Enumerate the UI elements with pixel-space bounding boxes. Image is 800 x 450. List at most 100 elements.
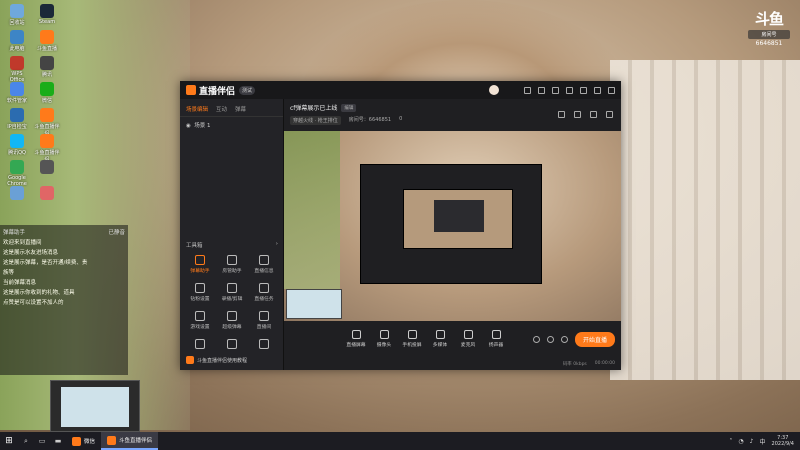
source-button[interactable]: 直播屏幕 xyxy=(342,330,370,348)
toolbox-title: 工具箱 xyxy=(186,243,203,249)
source-icon xyxy=(351,330,361,339)
search-icon[interactable]: ⌕ xyxy=(18,432,34,450)
tutorial-icon xyxy=(186,356,194,364)
source-button[interactable]: 扬声器 xyxy=(482,330,510,348)
taskbar-app[interactable]: 斗鱼直播伴侣 xyxy=(101,432,159,450)
desktop-icon[interactable]: 此电脑 xyxy=(4,30,30,52)
tray-expand-icon[interactable]: ˄ xyxy=(729,438,732,445)
message-icon[interactable] xyxy=(538,86,545,94)
left-tab[interactable]: 弹幕 xyxy=(235,105,246,113)
nested-preview-inner xyxy=(403,189,513,249)
tool-button[interactable]: 直播任务 xyxy=(248,283,280,302)
source-button[interactable]: 麦克风 xyxy=(454,330,482,348)
scene-item[interactable]: ◉ 场景 1 xyxy=(180,117,283,133)
tool-button[interactable]: 录播/剪辑 xyxy=(216,283,248,302)
network-icon[interactable]: ◔ xyxy=(738,438,743,445)
tutorial-label: 斗鱼直播伴侣使用教程 xyxy=(197,357,248,364)
tool-button[interactable]: 房管助手 xyxy=(216,255,248,274)
viewer-count: 0 xyxy=(399,116,403,122)
desktop-app-icon xyxy=(40,30,54,44)
desktop-icon[interactable]: 腾讯QQ xyxy=(4,134,30,156)
input-method-icon[interactable]: 中 xyxy=(760,437,766,446)
source-button[interactable]: 多媒体 xyxy=(426,330,454,348)
gear-icon[interactable] xyxy=(560,335,568,343)
tool-label: 直播任务 xyxy=(254,297,274,302)
category-chip[interactable]: 穿越火线 · 枪王排位 xyxy=(290,116,341,125)
source-label: 直播屏幕 xyxy=(346,343,366,348)
desktop-icon[interactable] xyxy=(34,160,60,175)
tool-button[interactable] xyxy=(216,339,248,351)
settings-icon[interactable] xyxy=(552,86,559,94)
toolbox-more-icon[interactable]: › xyxy=(276,241,278,249)
windows-start-icon[interactable]: ⊞ xyxy=(0,432,18,450)
taskbar-app-label: 斗鱼直播伴侣 xyxy=(119,438,153,444)
notification-icon[interactable] xyxy=(590,111,597,118)
minimize-icon[interactable] xyxy=(580,86,587,94)
tool-icon xyxy=(259,255,269,265)
record-icon[interactable] xyxy=(532,335,540,343)
tool-button[interactable]: 游戏设置 xyxy=(184,311,216,330)
file-explorer-icon[interactable]: ▬ xyxy=(50,432,66,450)
maximize-icon[interactable] xyxy=(594,86,601,94)
tutorial-link[interactable]: 斗鱼直播伴侣使用教程 xyxy=(186,356,247,364)
tool-button[interactable]: 弹幕助手 xyxy=(184,255,216,274)
desktop-icon[interactable]: Steam xyxy=(34,4,60,25)
left-tab[interactable]: 场景编辑 xyxy=(186,105,208,113)
tool-icon xyxy=(227,311,237,321)
title-bar[interactable]: 直播伴侣 测试 xyxy=(180,81,621,99)
tool-button[interactable]: 超级弹幕 xyxy=(216,311,248,330)
skin-icon[interactable] xyxy=(524,86,531,94)
desktop-icon[interactable]: WPS Office xyxy=(4,56,30,83)
left-tab[interactable]: 互动 xyxy=(216,105,227,113)
eye-icon[interactable] xyxy=(546,335,554,343)
task-view-icon[interactable]: ▭ xyxy=(34,432,50,450)
menu-icon[interactable] xyxy=(566,86,573,94)
desktop-icon[interactable]: 斗鱼直播伴侣 xyxy=(34,134,60,163)
desktop-icon[interactable]: 斗鱼直播伴侣 xyxy=(34,108,60,137)
desktop-icon[interactable]: Google Chrome xyxy=(4,160,30,187)
volume-icon[interactable]: ♪ xyxy=(750,438,754,445)
tool-button[interactable]: 直播间 xyxy=(248,311,280,330)
desktop-icon[interactable]: 微信 xyxy=(34,82,60,104)
desktop-app-icon xyxy=(40,82,54,96)
desktop-icon[interactable]: IP自检宝 xyxy=(4,108,30,130)
system-tray: ˄ ◔ ♪ 中 7:37 2022/9/4 xyxy=(729,435,800,447)
share-icon[interactable] xyxy=(574,111,581,118)
scene-label: 场景 1 xyxy=(194,123,211,129)
tool-button[interactable]: 钻粉设置 xyxy=(184,283,216,302)
version-badge[interactable]: 测试 xyxy=(239,85,256,95)
desktop-icon[interactable] xyxy=(34,186,60,201)
edit-title-button[interactable]: 编辑 xyxy=(341,103,357,112)
tool-icon xyxy=(195,255,205,265)
tool-button[interactable]: 直播信息 xyxy=(248,255,280,274)
desktop-icon[interactable] xyxy=(4,186,30,201)
toolbox-grid: 弹幕助手 房管助手 直播信息钻粉设置 录播/剪辑 直播任务游戏设置 超级弹幕 直播间 xyxy=(184,255,280,351)
chat-message: 点赞是可以设置不加人的 xyxy=(3,300,64,306)
start-live-button[interactable]: 开始直播 xyxy=(574,331,615,347)
pin-icon[interactable] xyxy=(606,111,613,118)
tool-label: 游戏设置 xyxy=(190,325,210,330)
stream-preview[interactable] xyxy=(284,131,621,321)
gift-icon[interactable] xyxy=(558,111,565,118)
desktop-icon[interactable]: 腾讯 xyxy=(34,56,60,78)
danmu-overlay: 弹幕助手 已静音 欢迎来到直播间 这是展示水友进场消息 这是展示弹幕，是否开通/续费… xyxy=(0,225,128,375)
stream-title: cf弹幕展示已上线 xyxy=(290,105,338,112)
source-button[interactable]: 摄像头 xyxy=(370,330,398,348)
taskbar-preview[interactable] xyxy=(50,380,140,432)
stream-info: cf弹幕展示已上线 编辑 穿越火线 · 枪王排位 房间号：6646851 0 xyxy=(284,99,621,131)
tool-button[interactable] xyxy=(248,339,280,351)
left-tabs: 场景编辑 互动 弹幕 xyxy=(180,99,283,117)
desktop-icon[interactable]: 回收站 xyxy=(4,4,30,26)
close-icon[interactable] xyxy=(608,86,615,94)
source-button[interactable]: 手机投屏 xyxy=(398,330,426,348)
desktop-icon-label: 软件管家 xyxy=(6,98,27,104)
source-icon xyxy=(463,330,473,339)
tool-icon xyxy=(227,339,237,349)
tool-button[interactable] xyxy=(184,339,216,351)
clock[interactable]: 7:37 2022/9/4 xyxy=(772,435,794,447)
user-avatar[interactable] xyxy=(489,85,499,95)
desktop-icon[interactable]: 斗鱼直播 xyxy=(34,30,60,52)
taskbar-app[interactable]: 微信 xyxy=(66,432,101,450)
source-icon xyxy=(407,330,417,339)
desktop-icon[interactable]: 软件管家 xyxy=(4,82,30,104)
